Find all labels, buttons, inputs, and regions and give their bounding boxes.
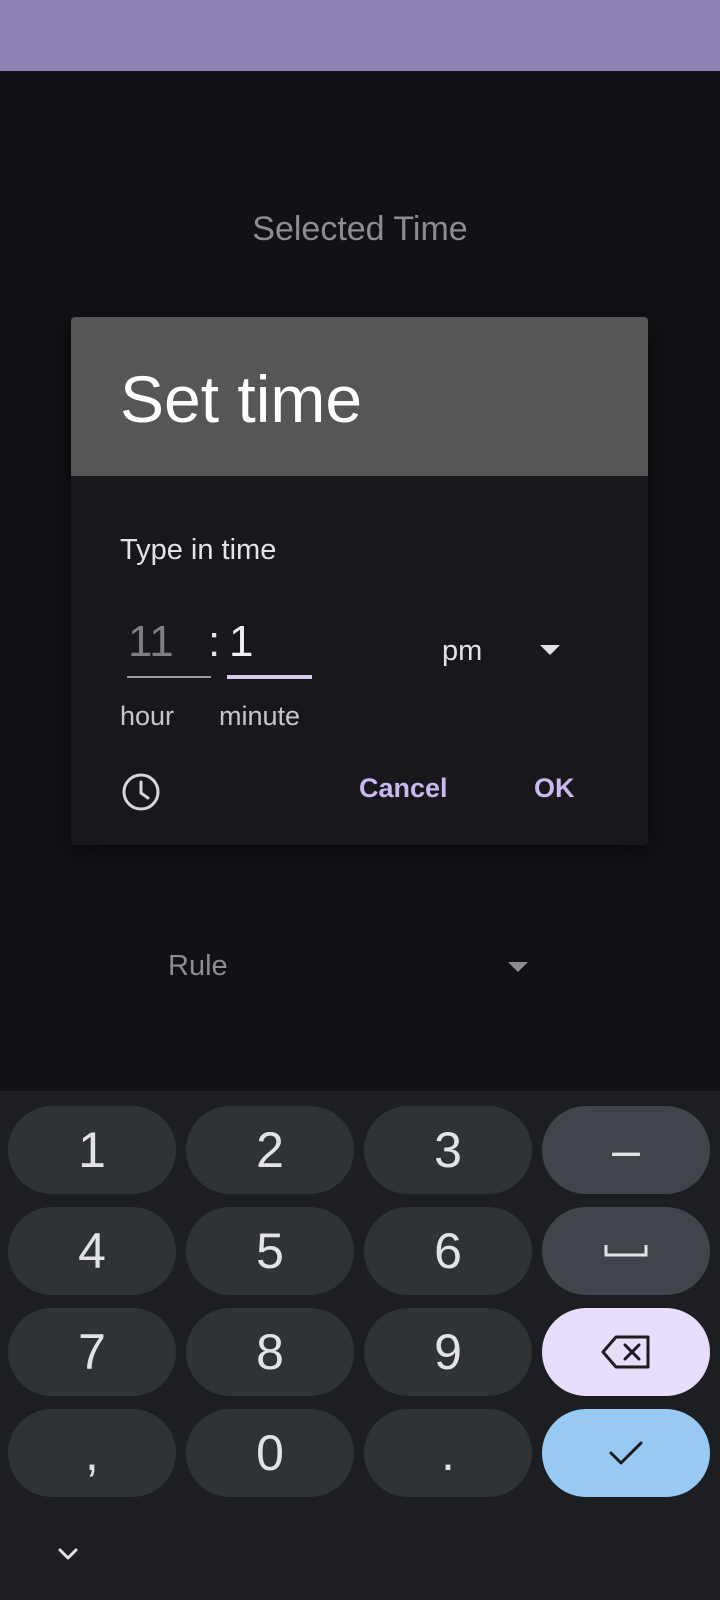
- minute-label: minute: [219, 701, 301, 731]
- clock-icon[interactable]: [121, 772, 161, 812]
- backspace-icon: [601, 1335, 650, 1369]
- key-backspace[interactable]: [542, 1308, 710, 1396]
- dropdown-arrow-icon[interactable]: [508, 962, 528, 972]
- key-3[interactable]: 3: [364, 1106, 532, 1194]
- minute-input[interactable]: 1: [229, 617, 253, 667]
- key-period[interactable]: .: [364, 1409, 532, 1497]
- key-1[interactable]: 1: [8, 1106, 176, 1194]
- key-dash[interactable]: –: [542, 1106, 710, 1194]
- time-picker-dialog: Set time Type in time 11 : 1 hour minute…: [71, 317, 648, 845]
- chevron-down-icon[interactable]: [540, 645, 560, 655]
- space-bar-icon: [604, 1245, 648, 1257]
- time-separator: :: [208, 617, 221, 666]
- rule-dropdown-label[interactable]: Rule: [168, 950, 228, 983]
- key-6[interactable]: 6: [364, 1207, 532, 1295]
- cancel-button[interactable]: Cancel: [351, 769, 456, 808]
- key-9[interactable]: 9: [364, 1308, 532, 1396]
- key-0[interactable]: 0: [186, 1409, 354, 1497]
- hour-input[interactable]: 11: [128, 617, 174, 667]
- key-space[interactable]: [542, 1207, 710, 1295]
- ok-button[interactable]: OK: [526, 769, 583, 808]
- status-bar: [0, 0, 720, 71]
- chevron-down-icon[interactable]: [48, 1535, 88, 1575]
- key-enter[interactable]: [542, 1409, 710, 1497]
- dialog-subtitle: Type in time: [120, 534, 277, 566]
- key-5[interactable]: 5: [186, 1207, 354, 1295]
- hour-label: hour: [120, 701, 175, 731]
- selected-time-label[interactable]: Selected Time: [0, 210, 720, 249]
- dialog-title: Set time: [120, 362, 363, 436]
- minute-underline: [227, 675, 312, 679]
- screen: Selected Time Rule Set time Type in time…: [0, 0, 720, 1600]
- ampm-dropdown[interactable]: pm: [442, 635, 482, 668]
- checkmark-icon: [609, 1441, 643, 1465]
- key-8[interactable]: 8: [186, 1308, 354, 1396]
- dialog-header: Set time: [71, 317, 648, 476]
- key-7[interactable]: 7: [8, 1308, 176, 1396]
- hour-underline: [127, 676, 211, 678]
- key-4[interactable]: 4: [8, 1207, 176, 1295]
- key-comma[interactable]: ,: [8, 1409, 176, 1497]
- key-2[interactable]: 2: [186, 1106, 354, 1194]
